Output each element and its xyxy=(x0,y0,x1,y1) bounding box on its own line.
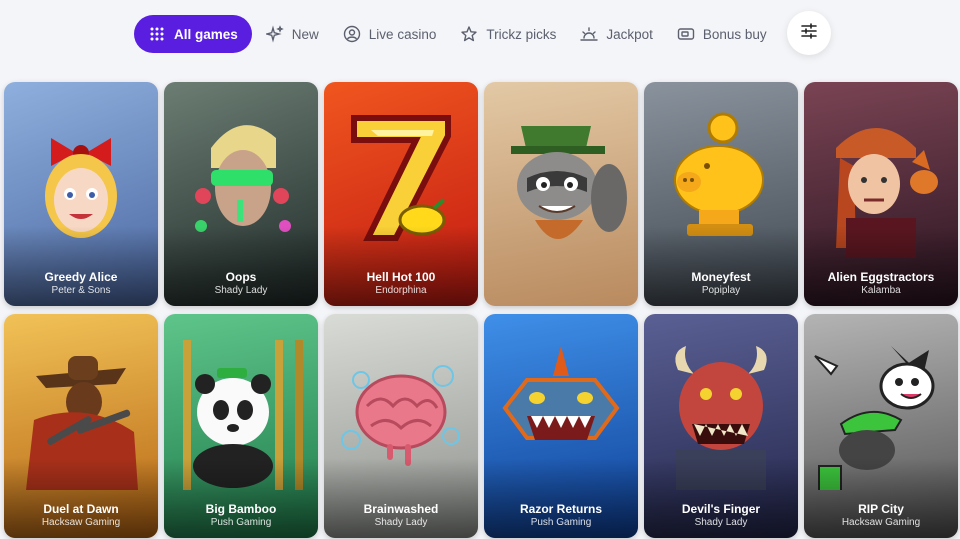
game-title: Big Bamboo xyxy=(205,502,277,516)
tab-trickz-picks[interactable]: Trickz picks xyxy=(448,15,568,53)
game-grid: Greedy Alice Peter & Sons Oops Shady Lad… xyxy=(4,82,960,538)
game-provider: Hacksaw Gaming xyxy=(841,517,921,528)
game-provider: Popiplay xyxy=(701,285,741,296)
tab-live-casino[interactable]: Live casino xyxy=(331,15,449,53)
game-provider: Shady Lady xyxy=(374,517,428,528)
game-provider: Push Gaming xyxy=(210,517,272,528)
sliders-icon xyxy=(800,22,818,45)
tab-label: Bonus buy xyxy=(702,26,767,42)
game-provider: Shady Lady xyxy=(694,517,748,528)
game-title: Hell Hot 100 xyxy=(366,270,436,284)
game-card[interactable]: Brainwashed Shady Lady xyxy=(324,314,478,538)
grid-icon xyxy=(148,25,166,43)
game-card[interactable]: Devil's Finger Shady Lady xyxy=(644,314,798,538)
game-thumbnail xyxy=(484,82,638,306)
tab-jackpot[interactable]: Jackpot xyxy=(568,15,665,53)
tab-label: New xyxy=(291,26,319,42)
game-title: Duel at Dawn xyxy=(43,502,119,516)
game-title: Razor Returns xyxy=(519,502,602,516)
tab-label: Live casino xyxy=(368,26,437,42)
game-title: Oops xyxy=(225,270,257,284)
sunrise-icon xyxy=(580,25,599,43)
game-card[interactable]: Hell Hot 100 Endorphina xyxy=(324,82,478,306)
game-card[interactable]: Alien Eggstractors Kalamba xyxy=(804,82,958,306)
game-provider: Push Gaming xyxy=(530,517,592,528)
game-provider: Shady Lady xyxy=(214,285,268,296)
game-card[interactable]: Oops Shady Lady xyxy=(164,82,318,306)
face-icon xyxy=(343,25,361,43)
game-card[interactable]: Razor Returns Push Gaming xyxy=(484,314,638,538)
game-title: Greedy Alice xyxy=(44,270,118,284)
filter-button[interactable] xyxy=(787,11,831,55)
game-title: Brainwashed xyxy=(363,502,439,516)
tab-label: Jackpot xyxy=(606,26,653,42)
tab-bonus-buy[interactable]: Bonus buy xyxy=(665,15,779,53)
game-card[interactable]: Big Bamboo Push Gaming xyxy=(164,314,318,538)
star-icon xyxy=(460,25,478,43)
game-card[interactable]: Moneyfest Popiplay xyxy=(644,82,798,306)
game-provider: Hacksaw Gaming xyxy=(41,517,121,528)
tab-label: All games xyxy=(174,26,238,42)
ticket-icon xyxy=(677,25,695,43)
tab-new[interactable]: New xyxy=(254,15,331,53)
tab-all-games[interactable]: All games xyxy=(134,15,252,53)
game-card[interactable]: Duel at Dawn Hacksaw Gaming xyxy=(4,314,158,538)
game-provider: Peter & Sons xyxy=(51,285,111,296)
game-title: Alien Eggstractors xyxy=(827,270,935,284)
game-title: Devil's Finger xyxy=(681,502,761,516)
game-provider: Kalamba xyxy=(861,285,901,296)
game-card[interactable]: Greedy Alice Peter & Sons xyxy=(4,82,158,306)
category-nav: All games New Live casino Trickz picks J… xyxy=(134,14,830,54)
tab-label: Trickz picks xyxy=(486,26,557,42)
sparkle-icon xyxy=(265,25,284,43)
game-title: Moneyfest xyxy=(691,270,751,284)
game-provider: Endorphina xyxy=(375,285,427,296)
game-title: RIP City xyxy=(858,502,904,516)
game-card[interactable]: RIP City Hacksaw Gaming xyxy=(804,314,958,538)
game-card[interactable] xyxy=(484,82,638,306)
